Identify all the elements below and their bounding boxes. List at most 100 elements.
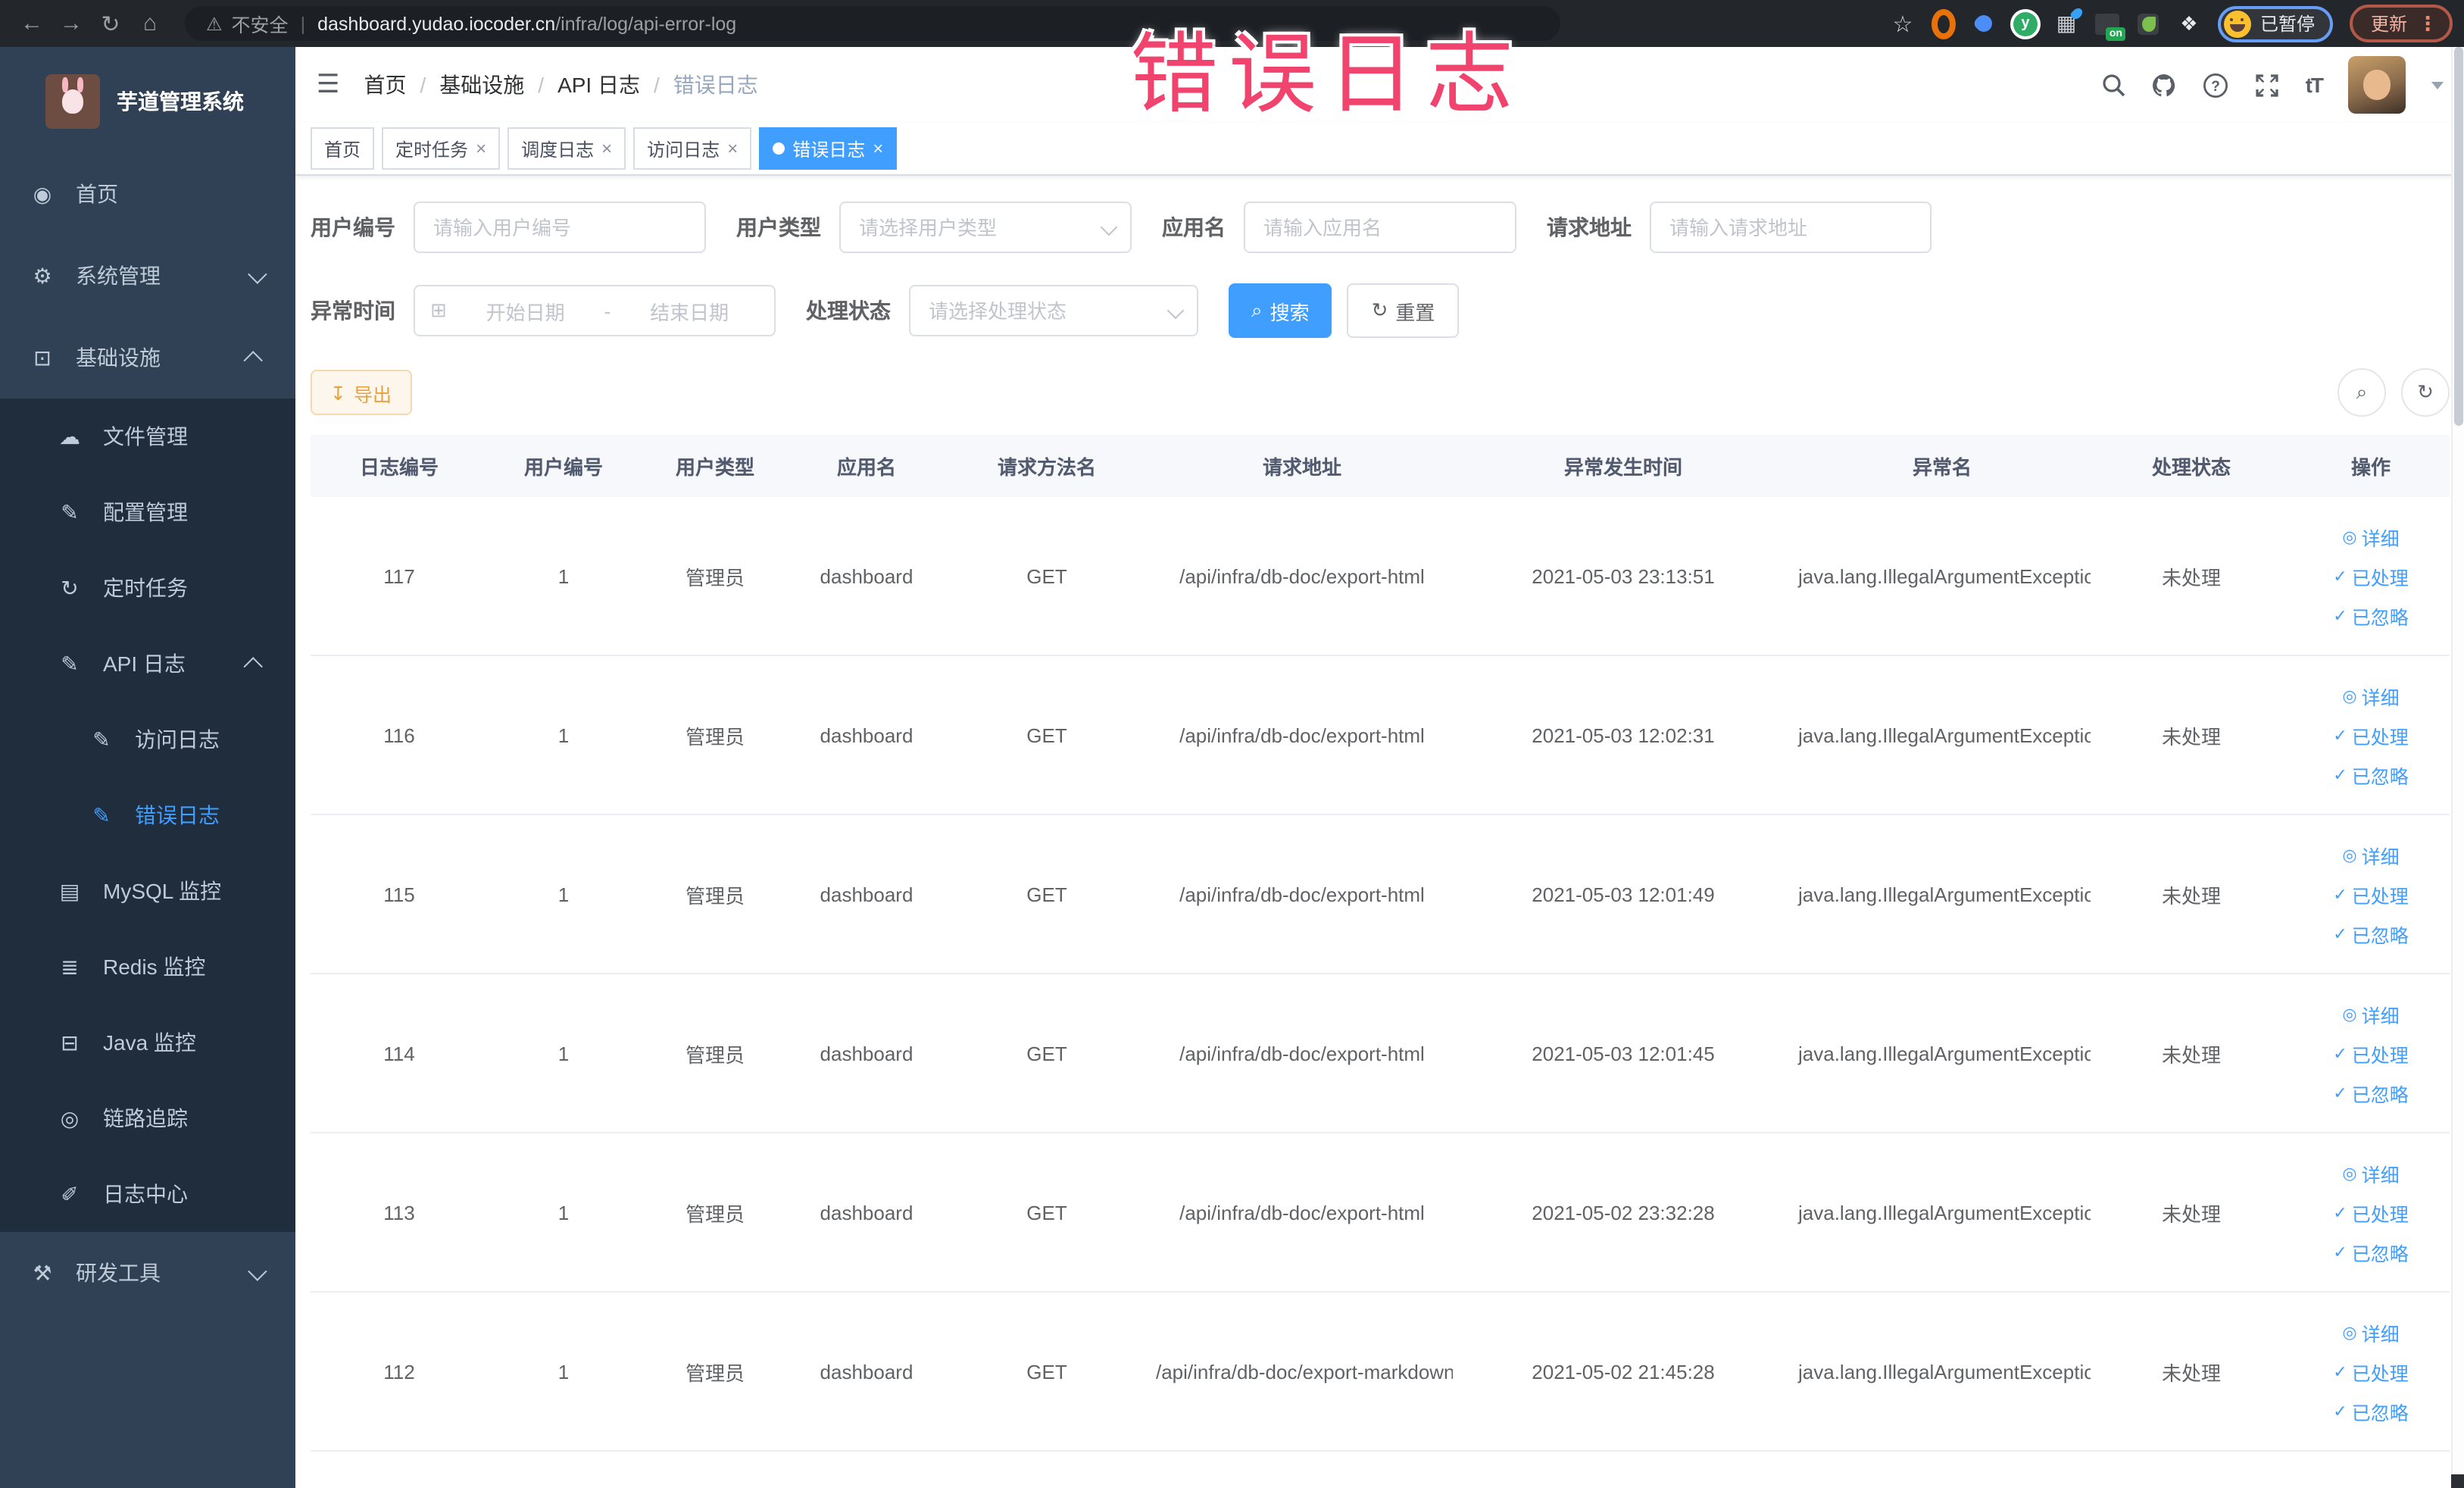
process-status-select-input[interactable]: [909, 285, 1198, 336]
app-name-input[interactable]: [1244, 202, 1516, 253]
refresh-table-button[interactable]: ↻: [2401, 368, 2450, 417]
tab-access-log[interactable]: 访问日志 ×: [633, 127, 752, 170]
tab-job[interactable]: 定时任务 ×: [382, 127, 501, 170]
cell-status: 未处理: [2161, 725, 2221, 748]
sidebar-item-trace[interactable]: ◎ 链路追踪: [0, 1080, 295, 1156]
user-type-select-input[interactable]: [839, 202, 1132, 253]
sidebar-item-dev-tools[interactable]: ⚒ 研发工具: [0, 1232, 295, 1314]
page-scrollbar[interactable]: [2451, 47, 2464, 1488]
mark-processed-link[interactable]: ✓ 已处理: [2333, 1039, 2408, 1068]
sidebar-item-access-log[interactable]: ✎ 访问日志: [0, 702, 295, 777]
mark-processed-link[interactable]: ✓ 已处理: [2333, 1357, 2408, 1386]
close-icon[interactable]: ×: [727, 138, 738, 159]
profile-chip[interactable]: 已暂停: [2217, 5, 2333, 42]
tab-home[interactable]: 首页: [311, 127, 375, 170]
fullscreen-icon[interactable]: [2254, 72, 2280, 98]
address-divider: |: [300, 13, 306, 34]
detail-link[interactable]: ◎ 详细: [2342, 1318, 2399, 1346]
export-button[interactable]: ↧ 导出: [311, 370, 411, 415]
extension-orange-icon[interactable]: [1931, 8, 1956, 39]
cell-user-id: 1: [557, 1201, 570, 1224]
sidebar-item-redis[interactable]: ≣ Redis 监控: [0, 929, 295, 1005]
bookmark-star-icon[interactable]: ☆: [1891, 11, 1915, 37]
breadcrumb-api-log[interactable]: API 日志: [557, 70, 640, 100]
sidebar-item-mysql[interactable]: ▤ MySQL 监控: [0, 853, 295, 929]
tab-job-log[interactable]: 调度日志 ×: [507, 127, 626, 170]
help-icon[interactable]: ?: [2203, 72, 2228, 98]
cell-app-name: dashboard: [820, 1201, 913, 1224]
font-size-icon[interactable]: tT: [2306, 73, 2324, 97]
close-icon[interactable]: ×: [873, 138, 883, 159]
col-user-id: 用户编号: [523, 456, 603, 479]
extension-leaf-icon[interactable]: [2136, 11, 2160, 36]
app-logo[interactable]: 芋道管理系统: [0, 47, 295, 153]
extension-on-icon[interactable]: on: [2094, 11, 2125, 40]
mark-processed-link[interactable]: ✓ 已处理: [2333, 1198, 2408, 1227]
user-menu-caret-icon[interactable]: [2431, 81, 2444, 89]
mark-ignored-link[interactable]: ✓ 已忽略: [2333, 919, 2408, 948]
sidebar-item-system[interactable]: ⚙ 系统管理: [0, 235, 295, 317]
extension-y-icon[interactable]: y: [2013, 11, 2038, 36]
mark-ignored-link[interactable]: ✓ 已忽略: [2333, 760, 2408, 789]
reload-icon[interactable]: ↻: [91, 10, 130, 37]
not-secure-icon: ⚠: [206, 13, 223, 34]
mark-ignored-link[interactable]: ✓ 已忽略: [2333, 601, 2408, 630]
home-icon[interactable]: ⌂: [130, 11, 170, 36]
sidebar-item-error-log[interactable]: ✎ 错误日志: [0, 777, 295, 853]
back-icon[interactable]: ←: [12, 11, 52, 36]
mark-ignored-link[interactable]: ✓ 已忽略: [2333, 1396, 2408, 1425]
sidebar-item-api-log[interactable]: ✎ API 日志: [0, 626, 295, 702]
cell-request-url: /api/infra/db-doc/export-html: [1179, 883, 1425, 905]
scrollbar-thumb[interactable]: [2454, 47, 2463, 426]
breadcrumb-infra[interactable]: 基础设施: [439, 70, 524, 100]
user-avatar[interactable]: [2348, 56, 2406, 114]
detail-link[interactable]: ◎ 详细: [2342, 999, 2399, 1028]
search-button[interactable]: ⌕ 搜索: [1229, 283, 1332, 338]
mark-processed-link[interactable]: ✓ 已处理: [2333, 880, 2408, 908]
user-type-select[interactable]: [839, 202, 1132, 253]
browser-menu-icon[interactable]: ⋮: [2418, 11, 2437, 36]
cell-user-type: 管理员: [685, 1202, 745, 1225]
not-secure-label[interactable]: 不安全: [232, 9, 289, 38]
search-icon[interactable]: [2101, 73, 2125, 97]
extensions-puzzle-icon[interactable]: ❖: [2177, 11, 2201, 36]
svg-text:?: ?: [2211, 78, 2220, 94]
mark-ignored-link[interactable]: ✓ 已忽略: [2333, 1078, 2408, 1107]
tab-error-log[interactable]: 错误日志 ×: [759, 127, 898, 170]
address-bar[interactable]: ⚠ 不安全 | dashboard.yudao.iocoder.cn/infra…: [185, 6, 1560, 41]
sidebar-item-job[interactable]: ↻ 定时任务: [0, 550, 295, 626]
extension-grid-icon[interactable]: ▦: [2054, 5, 2085, 36]
request-url-input[interactable]: [1650, 202, 1932, 253]
close-icon[interactable]: ×: [476, 138, 486, 159]
user-id-input[interactable]: [414, 202, 706, 253]
cell-request-url: /api/infra/db-doc/export-html: [1179, 1042, 1425, 1064]
detail-link[interactable]: ◎ 详细: [2342, 681, 2399, 710]
toggle-search-button[interactable]: ⌕: [2338, 368, 2386, 417]
close-icon[interactable]: ×: [601, 138, 612, 159]
view-icon: ◎: [2342, 687, 2357, 705]
detail-link[interactable]: ◎ 详细: [2342, 1158, 2399, 1187]
detail-link[interactable]: ◎ 详细: [2342, 522, 2399, 551]
app-title: 芋道管理系统: [117, 89, 244, 114]
sidebar-item-log-center[interactable]: ✐ 日志中心: [0, 1156, 295, 1232]
github-icon[interactable]: [2151, 72, 2177, 98]
mark-processed-link[interactable]: ✓ 已处理: [2333, 561, 2408, 590]
mark-ignored-link[interactable]: ✓ 已忽略: [2333, 1237, 2408, 1266]
mark-processed-link[interactable]: ✓ 已处理: [2333, 721, 2408, 749]
check-icon: ✓: [2333, 925, 2347, 943]
update-button[interactable]: 更新 ⋮: [2349, 5, 2453, 42]
process-status-select[interactable]: [909, 285, 1198, 336]
sidebar-item-infra[interactable]: ⊡ 基础设施: [0, 317, 295, 399]
sidebar-item-java[interactable]: ⊟ Java 监控: [0, 1005, 295, 1080]
detail-link[interactable]: ◎ 详细: [2342, 840, 2399, 869]
sidebar-item-config[interactable]: ✎ 配置管理: [0, 474, 295, 550]
sidebar-item-home[interactable]: ◉ 首页: [0, 153, 295, 235]
sidebar-item-file[interactable]: ☁ 文件管理: [0, 399, 295, 474]
breadcrumb-home[interactable]: 首页: [364, 70, 407, 100]
sidebar-toggle-icon[interactable]: ☰: [317, 70, 340, 100]
date-range-picker[interactable]: ⊞ 开始日期 - 结束日期: [414, 285, 776, 336]
forward-icon[interactable]: →: [52, 11, 91, 36]
edit-icon: ✎: [92, 727, 111, 751]
reset-button[interactable]: ↻ 重置: [1347, 283, 1460, 338]
extension-drop-icon[interactable]: [1972, 11, 1997, 36]
